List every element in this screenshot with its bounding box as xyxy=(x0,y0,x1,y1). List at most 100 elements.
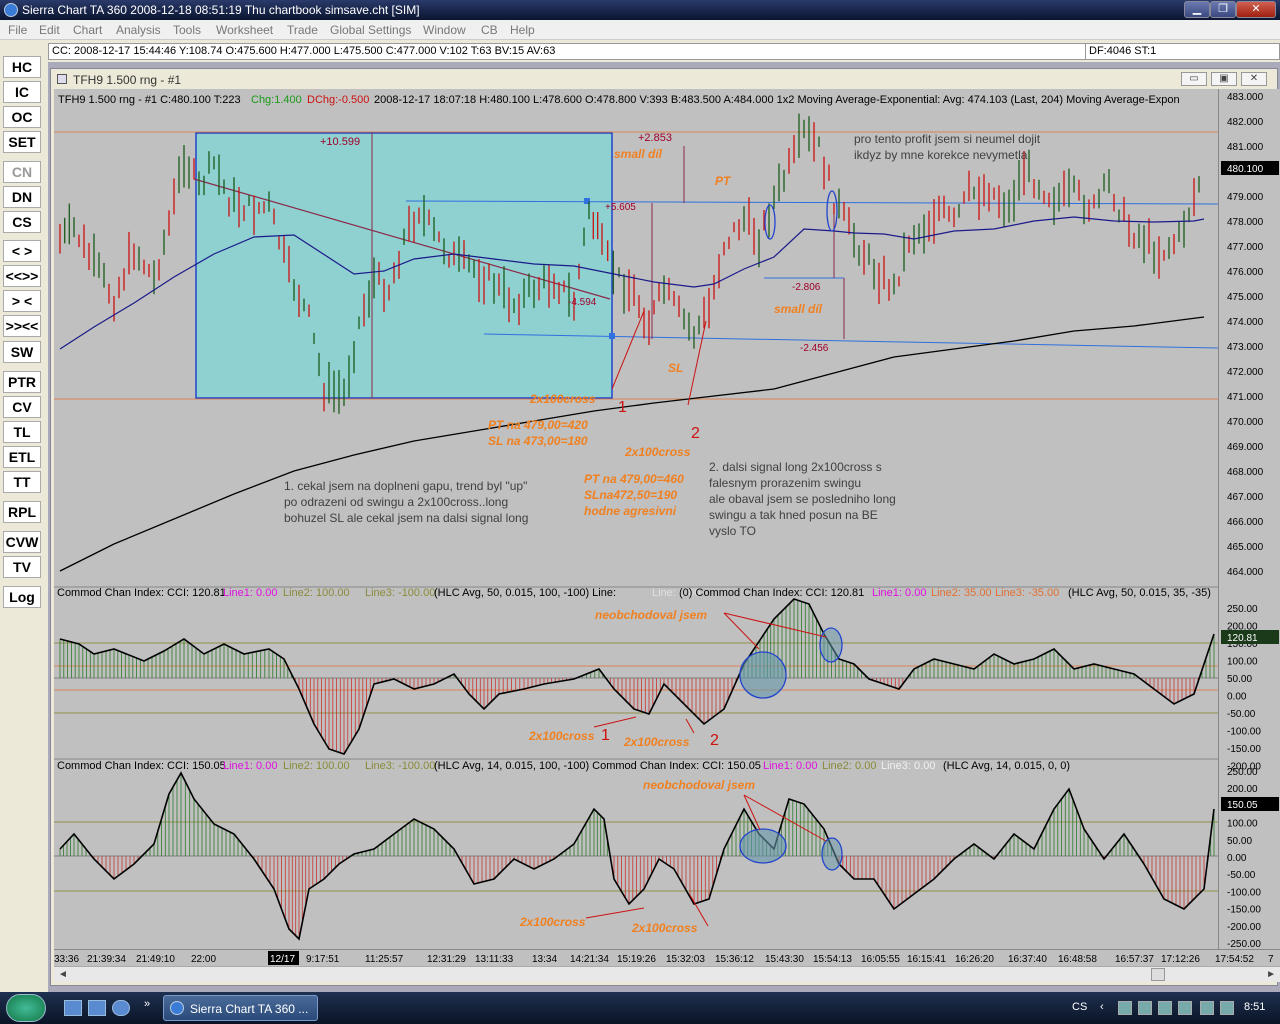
price-header-symbol: TFH9 1.500 rng - #1 C:480.100 T:223 xyxy=(58,94,241,106)
cci1-header-j: Line3: -35.00 xyxy=(995,587,1059,599)
tray-app-icon[interactable] xyxy=(1220,1001,1234,1015)
time-axis-label: 21:49:10 xyxy=(136,954,175,965)
menu-chart[interactable]: Chart xyxy=(73,23,102,37)
scroll-right-icon[interactable]: ► xyxy=(1266,969,1276,980)
cci1-num2: 2 xyxy=(710,732,719,749)
time-axis-label: 16:48:58 xyxy=(1058,954,1097,965)
cci2-axis-label: 250.00 xyxy=(1227,767,1258,778)
toolbar-button-etl[interactable]: ETL xyxy=(3,446,41,468)
toolbar-button-oc[interactable]: OC xyxy=(3,106,41,128)
cci1-header-a: Commod Chan Index: CCI: 120.81 xyxy=(57,587,226,599)
menu-help[interactable]: Help xyxy=(510,23,535,37)
menu-global-settings[interactable]: Global Settings xyxy=(330,23,411,37)
tray-volume-icon[interactable] xyxy=(1200,1001,1214,1015)
toolbar-button-[interactable]: < > xyxy=(3,240,41,262)
tray-network-icon[interactable] xyxy=(1118,1001,1132,1015)
toolbar-button-log[interactable]: Log xyxy=(3,586,41,608)
toolbar-button-rpl[interactable]: RPL xyxy=(3,501,41,523)
tray-expand-icon[interactable]: ‹ xyxy=(1100,1001,1104,1013)
menu-cb[interactable]: CB xyxy=(481,23,498,37)
price-axis-label: 476.000 xyxy=(1227,267,1264,278)
tray-app-icon[interactable] xyxy=(1138,1001,1152,1015)
annotation-note-right4: swingu a tak hned posun na BE xyxy=(709,508,878,522)
show-desktop-icon[interactable] xyxy=(64,1000,82,1016)
chart-close-button[interactable]: ✕ xyxy=(1241,72,1267,86)
cci1-header-c: Line2: 100.00 xyxy=(283,587,350,599)
price-header-rest: 2008-12-17 18:07:18 H:480.100 L:478.600 … xyxy=(374,94,1180,106)
toolbar-button-set[interactable]: SET xyxy=(3,131,41,153)
toolbar-button-[interactable]: <<>> xyxy=(3,265,41,287)
scroll-left-icon[interactable]: ◄ xyxy=(58,969,68,980)
cci2-header-g: Line2: 0.00 xyxy=(822,760,876,772)
toolbar-button-[interactable]: >><< xyxy=(3,315,41,337)
toolbar-button-cv[interactable]: CV xyxy=(3,396,41,418)
chart-minimize-button[interactable]: ▭ xyxy=(1181,72,1207,86)
menu-worksheet[interactable]: Worksheet xyxy=(216,23,273,37)
annotation-pt: PT xyxy=(715,174,732,188)
toolbar-button-dn[interactable]: DN xyxy=(3,186,41,208)
browser-icon[interactable] xyxy=(112,1000,130,1016)
scroll-thumb[interactable] xyxy=(1151,968,1165,981)
annotation-plus5605: +5.605 xyxy=(605,202,636,213)
menu-analysis[interactable]: Analysis xyxy=(116,23,161,37)
cci2-axis-label: 0.00 xyxy=(1227,853,1247,864)
tray-app-icon[interactable] xyxy=(1158,1001,1172,1015)
cci1-axis-label: -150.00 xyxy=(1227,744,1261,755)
toolbar-button-tl[interactable]: TL xyxy=(3,421,41,443)
cci1-axis-label: -100.00 xyxy=(1227,727,1261,738)
toolbar-button-tv[interactable]: TV xyxy=(3,556,41,578)
arrow xyxy=(685,718,695,734)
menu-trade[interactable]: Trade xyxy=(287,23,318,37)
toolbar-button-cvw[interactable]: CVW xyxy=(3,531,41,553)
cci2-axis-label: -50.00 xyxy=(1227,870,1256,881)
cci1-header-k: (HLC Avg, 50, 0.015, 35, -35) xyxy=(1068,587,1211,599)
price-axis-label: 478.000 xyxy=(1227,217,1264,228)
cci1-axis-label: 0.00 xyxy=(1227,692,1247,703)
start-button[interactable] xyxy=(6,994,46,1022)
clock[interactable]: 8:51 xyxy=(1244,1001,1265,1013)
price-header-chg: Chg:1.400 xyxy=(251,94,302,106)
annotation-minus4594: -4.594 xyxy=(568,297,597,308)
toolbar-button-cs[interactable]: CS xyxy=(3,211,41,233)
price-axis-label: 471.000 xyxy=(1227,392,1264,403)
toolbar-button-tt[interactable]: TT xyxy=(3,471,41,493)
price-axis-label: 465.000 xyxy=(1227,542,1264,553)
close-button[interactable]: ✕ xyxy=(1236,1,1276,18)
annotation-small-dil-value: +2.853 xyxy=(638,132,672,144)
horizontal-scrollbar[interactable]: ◄ ► xyxy=(54,966,1280,982)
status-df: DF:4046 ST:1 xyxy=(1085,44,1279,59)
quicklaunch-more-icon[interactable]: » xyxy=(144,998,150,1010)
annotation-minus2806: -2.806 xyxy=(792,282,821,293)
time-axis-label: 16:15:41 xyxy=(907,954,946,965)
toolbar-button-ic[interactable]: IC xyxy=(3,81,41,103)
toolbar-button-ptr[interactable]: PTR xyxy=(3,371,41,393)
cci2-ellipse xyxy=(821,837,843,871)
price-axis-label: 482.000 xyxy=(1227,117,1264,128)
minimize-button[interactable]: ▁ xyxy=(1184,1,1210,18)
taskbar-item-sierra-chart[interactable]: Sierra Chart TA 360 ... xyxy=(163,995,318,1021)
cci2-cross1: 2x100cross xyxy=(519,915,586,929)
price-axis: 483.000482.000481.000480.000479.000478.0… xyxy=(1218,89,1280,950)
menu-edit[interactable]: Edit xyxy=(39,23,60,37)
switch-windows-icon[interactable] xyxy=(88,1000,106,1016)
menu-file[interactable]: File xyxy=(8,23,27,37)
cci1-axis-label: -50.00 xyxy=(1227,709,1256,720)
toolbar-button-[interactable]: > < xyxy=(3,290,41,312)
cci1-header-g: (0) Commod Chan Index: CCI: 120.81 xyxy=(679,587,864,599)
maximize-button[interactable]: ❐ xyxy=(1210,1,1236,18)
cci2-ellipse xyxy=(739,828,787,864)
time-axis-label: 16:05:55 xyxy=(861,954,900,965)
toolbar-button-hc[interactable]: HC xyxy=(3,56,41,78)
chart-plot-area[interactable]: +10.599 +2.853 small díl PT +5.605 -4.59… xyxy=(54,89,1219,949)
language-indicator[interactable]: CS xyxy=(1072,1001,1087,1013)
cci1-cross2: 2x100cross xyxy=(623,735,690,749)
tray-app-icon[interactable] xyxy=(1178,1001,1192,1015)
menu-window[interactable]: Window xyxy=(423,23,466,37)
toolbar-button-sw[interactable]: SW xyxy=(3,341,41,363)
time-axis-label: 12/17 xyxy=(270,954,295,965)
highlight-ellipse xyxy=(764,204,776,240)
menu-tools[interactable]: Tools xyxy=(173,23,201,37)
toolbar-button-cn[interactable]: CN xyxy=(3,161,41,183)
chart-restore-button[interactable]: ▣ xyxy=(1211,72,1237,86)
annotation-profit-note2: ikdyz by mne korekce nevymetla xyxy=(854,148,1028,162)
